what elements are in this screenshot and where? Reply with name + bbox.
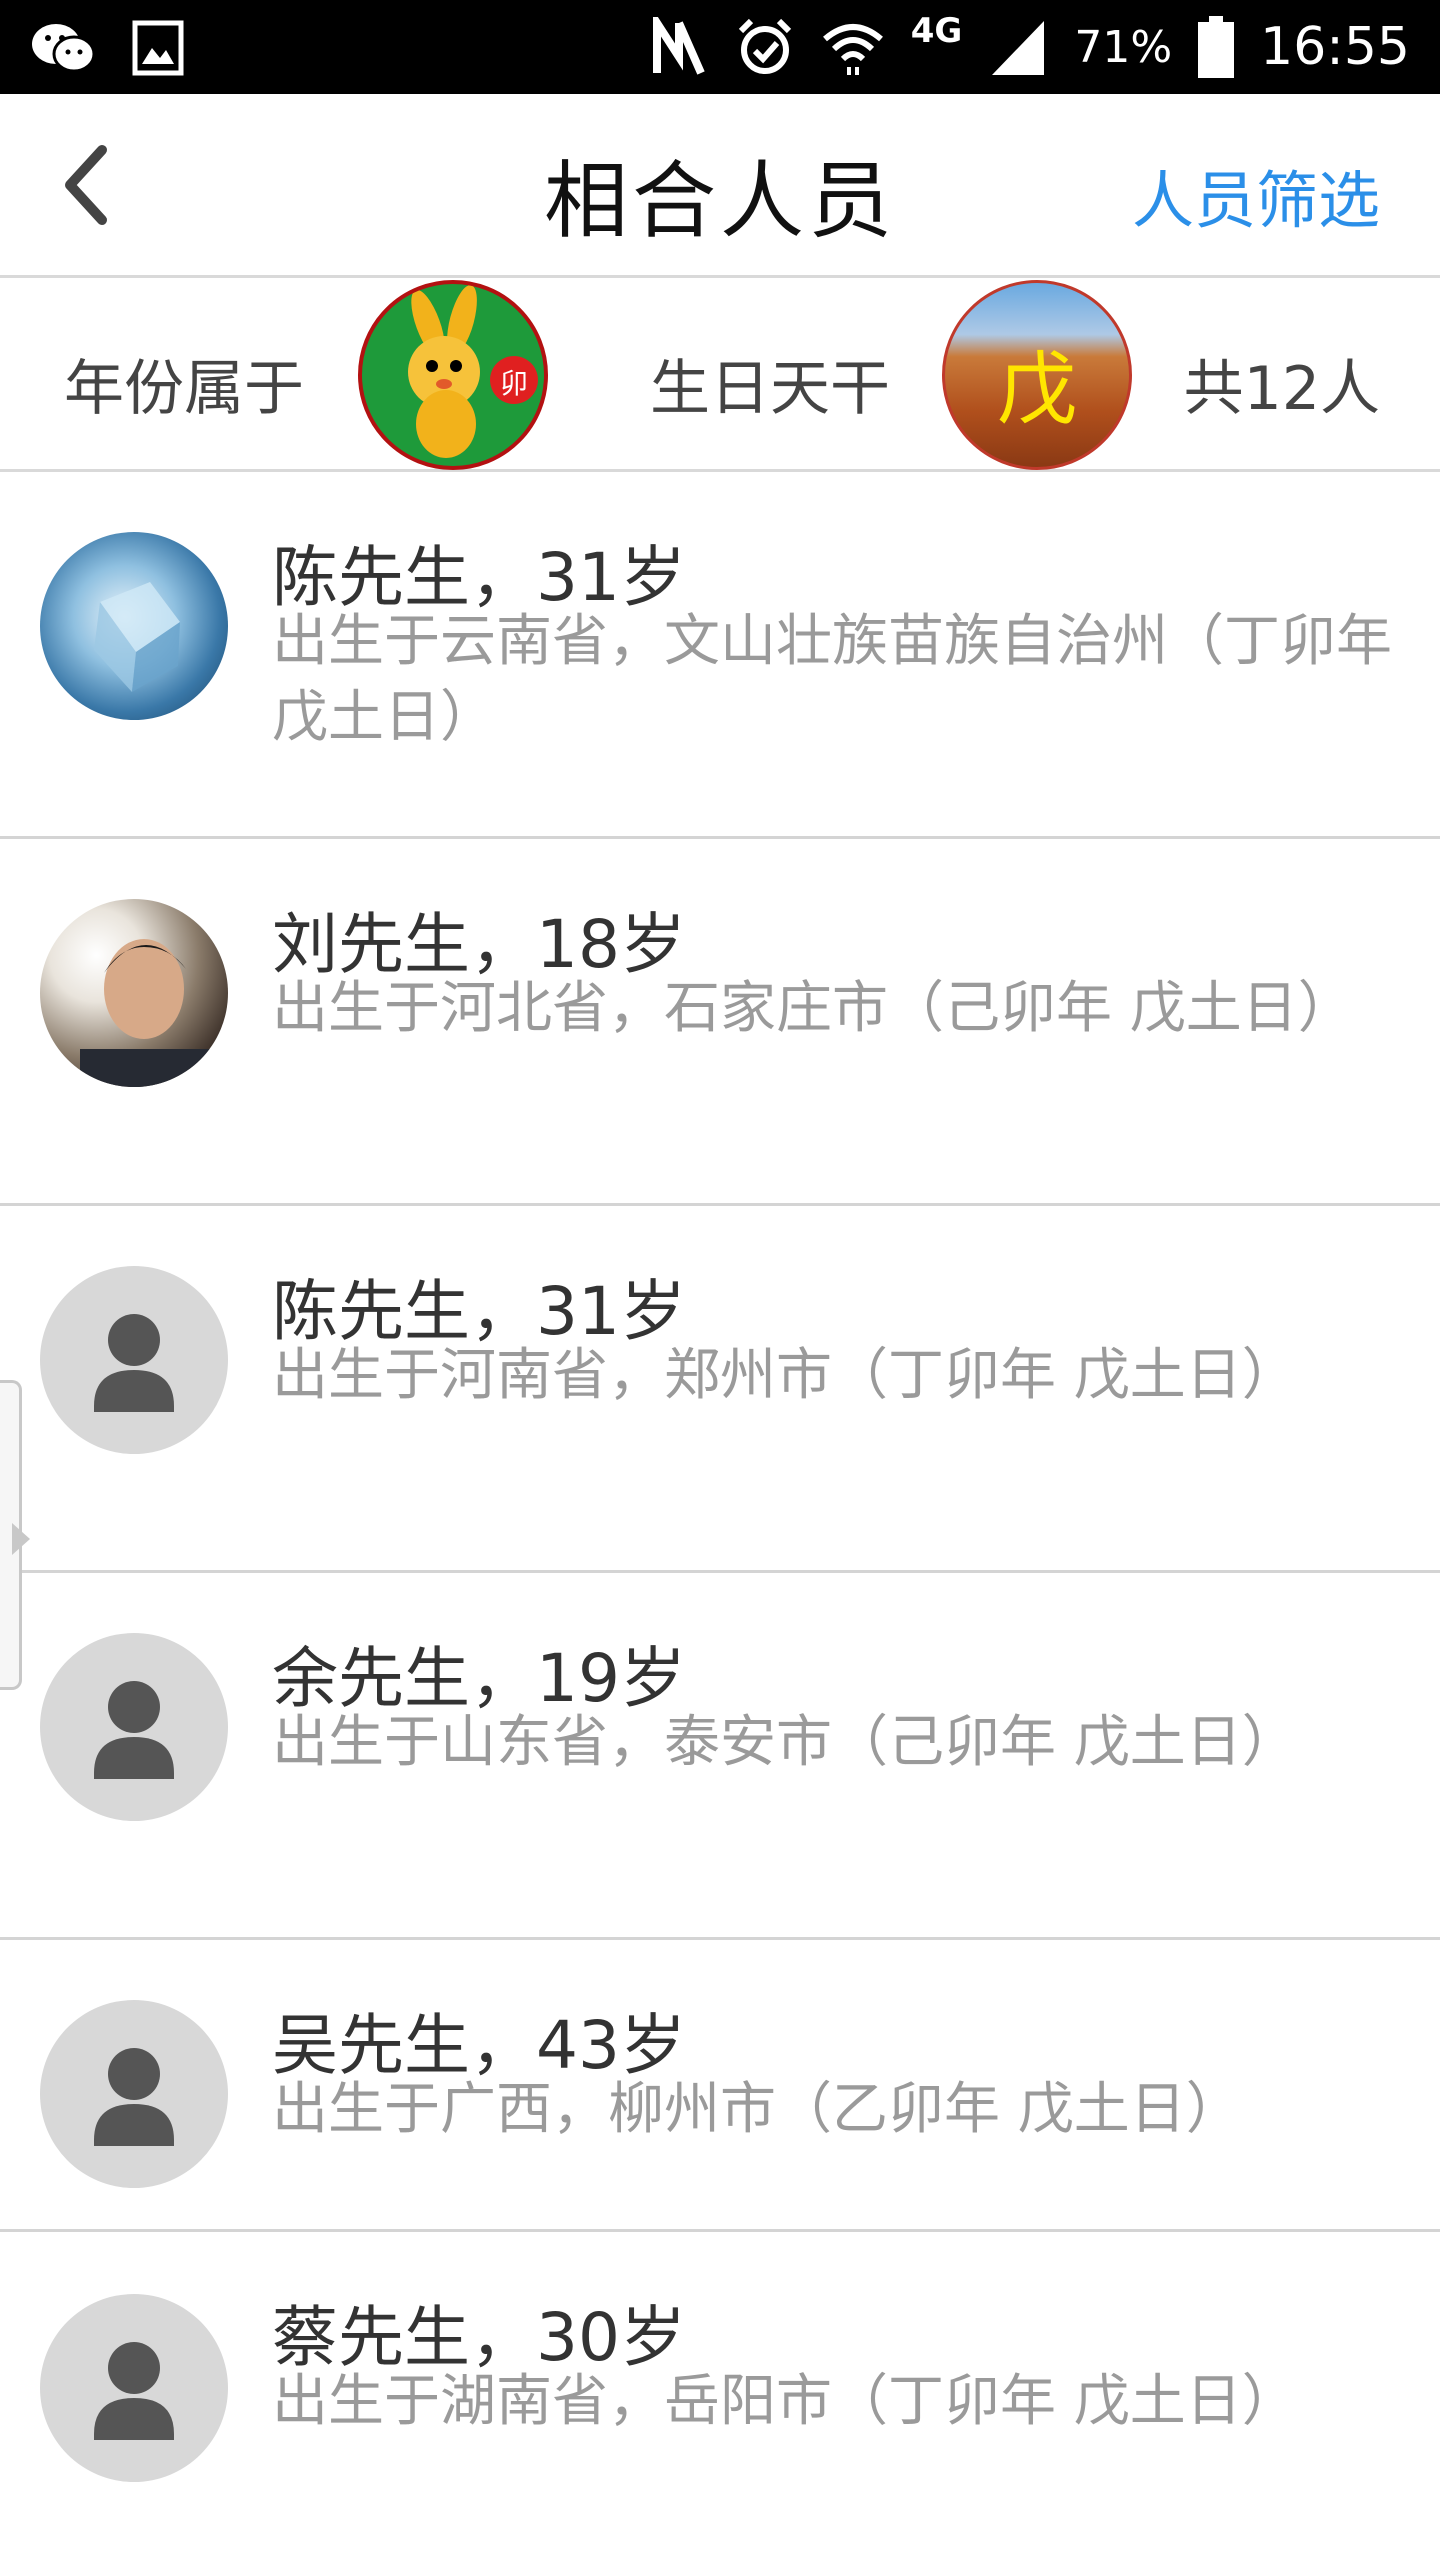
signal-icon — [992, 21, 1045, 75]
avatar[interactable] — [40, 532, 228, 720]
default-user-icon — [94, 1681, 174, 1779]
person-photo — [80, 939, 220, 1087]
alarm-icon — [738, 18, 791, 74]
person-info: 出生于山东省，泰安市（己卯年 戊土日） — [272, 1710, 1298, 1775]
list-item[interactable]: 蔡先生，30岁 出生于湖南省，岳阳市（丁卯年 戊土日） — [0, 2232, 1440, 2562]
ice-cube-image — [94, 582, 180, 692]
total-count: 共12人 — [1183, 354, 1380, 424]
filter-people-button[interactable]: 人员筛选 — [1132, 150, 1380, 240]
person-info: 出生于云南省，文山壮族苗族自治州（丁卯年 戊土日） — [272, 609, 1392, 750]
person-info: 出生于广西，柳州市（乙卯年 戊土日） — [272, 2077, 1242, 2142]
year-label: 年份属于 — [64, 354, 304, 424]
avatar[interactable] — [40, 2000, 228, 2188]
list-item[interactable]: 陈先生，31岁 出生于河南省，郑州市（丁卯年 戊土日） — [0, 1206, 1440, 1573]
app-header: 相合人员 人员筛选 — [0, 94, 1440, 278]
person-info: 出生于河南省，郑州市（丁卯年 戊土日） — [272, 1343, 1298, 1408]
people-list: 陈先生，31岁 出生于云南省，文山壮族苗族自治州（丁卯年 戊土日） 刘先生，18… — [0, 472, 1440, 2562]
battery-icon — [1198, 16, 1235, 78]
avatar[interactable] — [40, 1633, 228, 1821]
zodiac-rabbit-badge: 卯 — [358, 280, 548, 470]
wechat-icon — [32, 24, 96, 73]
list-item[interactable]: 陈先生，31岁 出生于云南省，文山壮族苗族自治州（丁卯年 戊土日） — [0, 472, 1440, 839]
heavenly-stem-char: 戊 — [997, 343, 1077, 436]
list-item[interactable]: 吴先生，43岁 出生于广西，柳州市（乙卯年 戊土日） — [0, 1940, 1440, 2232]
status-bar-right: 4G 71% 16:55 — [649, 0, 1410, 94]
birthday-stem-label: 生日天干 — [650, 354, 890, 424]
image-icon — [132, 20, 184, 76]
list-item[interactable]: 刘先生，18岁 出生于河北省，石家庄市（己卯年 戊土日） — [0, 839, 1440, 1206]
default-user-icon — [94, 2342, 174, 2440]
network-type: 4G — [910, 11, 963, 51]
status-bar: 4G 71% 16:55 — [0, 0, 1440, 94]
default-user-icon — [94, 1314, 174, 1412]
clock: 16:55 — [1260, 17, 1410, 77]
heavenly-stem-badge: 戊 — [942, 280, 1132, 470]
nfc-icon — [652, 17, 705, 75]
avatar[interactable] — [40, 899, 228, 1087]
avatar[interactable] — [40, 2294, 228, 2482]
list-item[interactable]: 余先生，19岁 出生于山东省，泰安市（己卯年 戊土日） — [0, 1573, 1440, 1940]
avatar[interactable] — [40, 1266, 228, 1454]
rabbit-badge-char: 卯 — [500, 367, 529, 400]
side-drawer-handle[interactable] — [0, 1380, 30, 1690]
default-user-icon — [94, 2048, 174, 2146]
handle-arrow-icon — [12, 1523, 30, 1555]
wifi-icon — [822, 24, 883, 75]
status-bar-left — [30, 18, 184, 78]
person-info: 出生于河北省，石家庄市（己卯年 戊土日） — [272, 976, 1354, 1041]
person-info: 出生于湖南省，岳阳市（丁卯年 戊土日） — [272, 2369, 1298, 2434]
filter-summary: 年份属于 卯 生日天干 戊 共12人 — [0, 278, 1440, 472]
battery-percent: 71% — [1074, 21, 1173, 73]
